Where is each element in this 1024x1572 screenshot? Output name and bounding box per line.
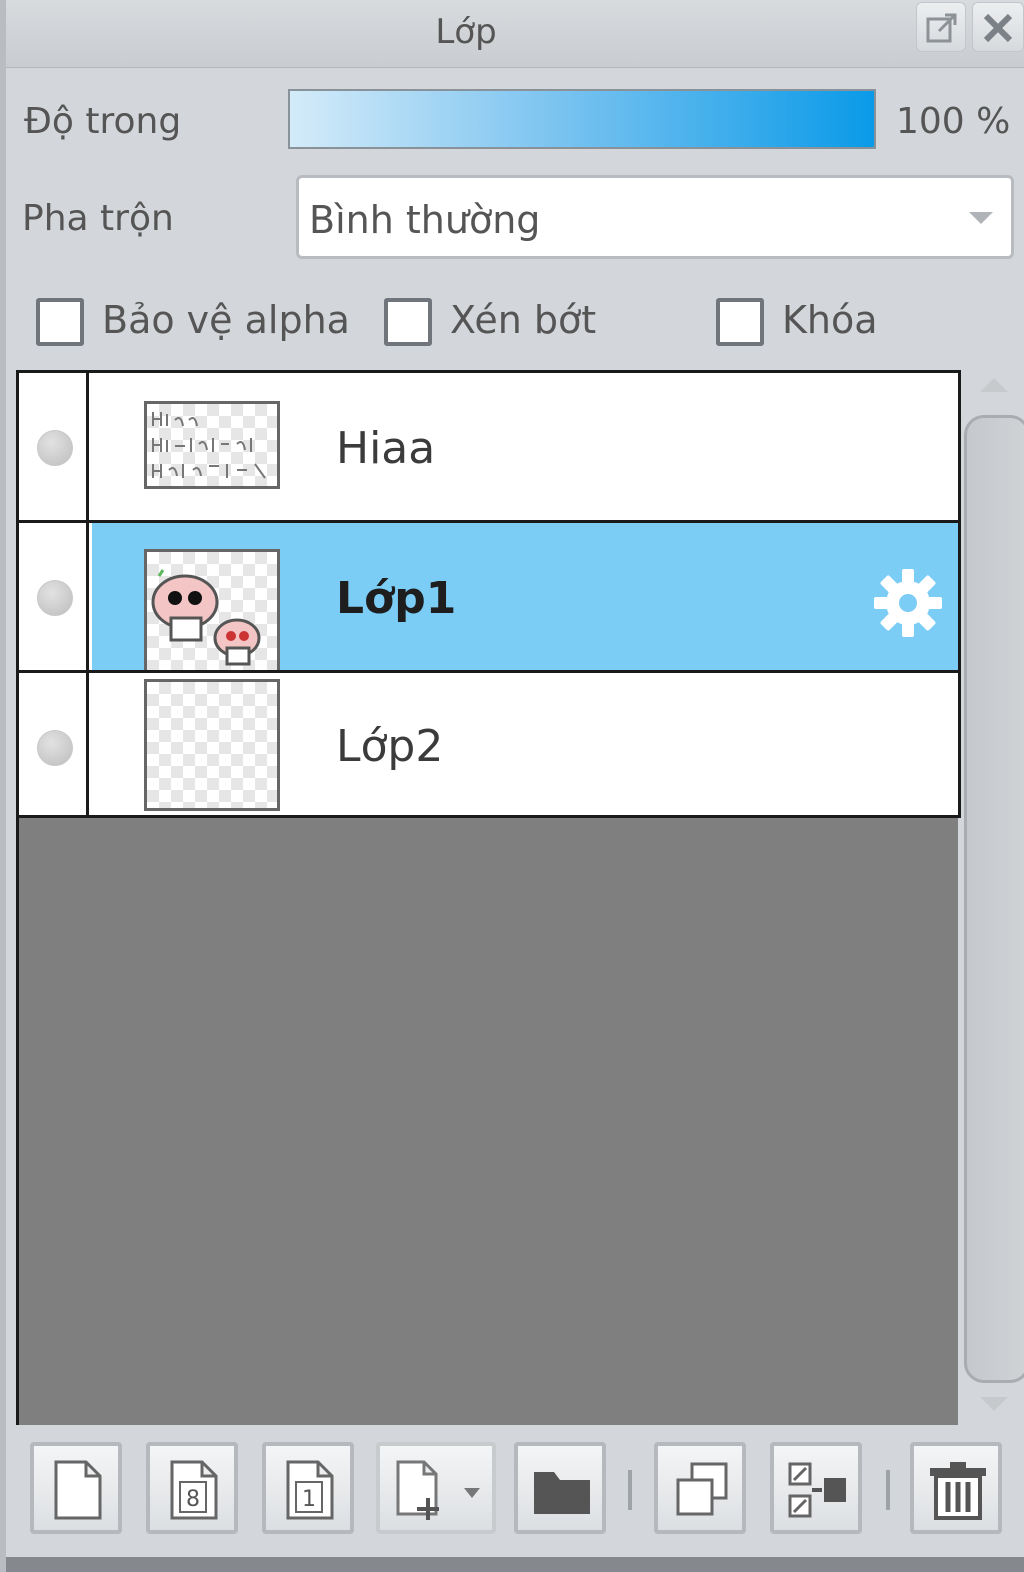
- visibility-column: [19, 373, 89, 520]
- add-layer-menu-icon: [396, 1460, 480, 1520]
- layer-scrollbar[interactable]: [962, 370, 1024, 1425]
- duplicate-layer-button[interactable]: [654, 1442, 746, 1534]
- merge-layer-icon: [788, 1462, 846, 1518]
- new-layer-button[interactable]: [30, 1442, 122, 1534]
- new-8bit-layer-icon: 8: [170, 1460, 218, 1520]
- toolbar-divider: [628, 1470, 632, 1510]
- clip-checkbox[interactable]: [384, 298, 432, 346]
- protect-alpha-checkbox[interactable]: [36, 298, 84, 346]
- layer-name: Lớp2: [336, 721, 444, 772]
- layer-panel: Lớp Độ trong 100 % Pha trộn Bình thường …: [0, 0, 1024, 1572]
- visibility-column: [19, 523, 89, 670]
- opacity-slider[interactable]: [288, 89, 876, 149]
- chevron-down-icon: [969, 212, 993, 224]
- clip-label: Xén bớt: [450, 298, 597, 342]
- panel-bottom-edge: [6, 1557, 1024, 1572]
- layer-list: Hiaa Lớp1 Lớp2: [16, 370, 961, 1425]
- layer-row[interactable]: Lớp2: [19, 670, 961, 818]
- panel-title: Lớp: [435, 12, 497, 52]
- layer-thumbnail: [144, 549, 280, 681]
- close-icon: [983, 13, 1013, 43]
- new-folder-button[interactable]: [514, 1442, 606, 1534]
- duplicate-layer-icon: [676, 1462, 728, 1516]
- toolbar-divider: [886, 1470, 890, 1510]
- visibility-column: [19, 673, 89, 815]
- layer-thumbnail: [144, 679, 280, 811]
- add-layer-menu-button[interactable]: [376, 1442, 496, 1534]
- layer-content: Hiaa: [92, 373, 958, 520]
- protect-alpha-label: Bảo vệ alpha: [102, 298, 350, 342]
- merge-layer-button[interactable]: [770, 1442, 862, 1534]
- popout-button[interactable]: [916, 2, 966, 52]
- opacity-value: 100 %: [896, 101, 1011, 142]
- blend-mode-select[interactable]: Bình thường: [296, 175, 1014, 259]
- character-thumbnail-icon: [151, 569, 261, 666]
- new-8bit-layer-button[interactable]: 8: [146, 1442, 238, 1534]
- text-thumbnail-icon: [152, 412, 266, 479]
- new-layer-icon: [54, 1460, 102, 1520]
- lock-checkbox[interactable]: [716, 298, 764, 346]
- scroll-down-icon[interactable]: [980, 1397, 1008, 1411]
- layer-content: Lớp2: [92, 673, 958, 815]
- panel-titlebar: Lớp: [6, 0, 1024, 68]
- visibility-toggle[interactable]: [37, 430, 73, 466]
- delete-layer-button[interactable]: [910, 1442, 1002, 1534]
- scroll-thumb[interactable]: [964, 415, 1024, 1383]
- layer-toolbar: 8 1: [6, 1428, 1024, 1572]
- scroll-up-icon[interactable]: [980, 378, 1008, 392]
- blend-mode-value: Bình thường: [309, 198, 541, 242]
- blend-label: Pha trộn: [22, 198, 174, 239]
- layer-row-selected[interactable]: Lớp1: [19, 520, 961, 681]
- visibility-toggle[interactable]: [37, 580, 73, 616]
- svg-text:1: 1: [302, 1487, 316, 1512]
- folder-icon: [534, 1472, 590, 1514]
- layer-name: Lớp1: [336, 573, 457, 624]
- svg-text:8: 8: [186, 1487, 200, 1512]
- lock-label: Khóa: [782, 298, 878, 342]
- new-1bit-layer-button[interactable]: 1: [262, 1442, 354, 1534]
- layer-thumbnail: [144, 401, 280, 489]
- visibility-toggle[interactable]: [37, 730, 73, 766]
- close-button[interactable]: [972, 2, 1024, 52]
- trash-icon: [930, 1462, 986, 1520]
- popout-icon: [926, 13, 957, 43]
- opacity-label: Độ trong: [24, 101, 182, 142]
- new-1bit-layer-icon: 1: [286, 1460, 334, 1520]
- layer-content: Lớp1: [92, 523, 958, 681]
- layer-name: Hiaa: [336, 423, 436, 474]
- gear-icon[interactable]: [870, 565, 946, 641]
- layer-row[interactable]: Hiaa: [19, 370, 961, 520]
